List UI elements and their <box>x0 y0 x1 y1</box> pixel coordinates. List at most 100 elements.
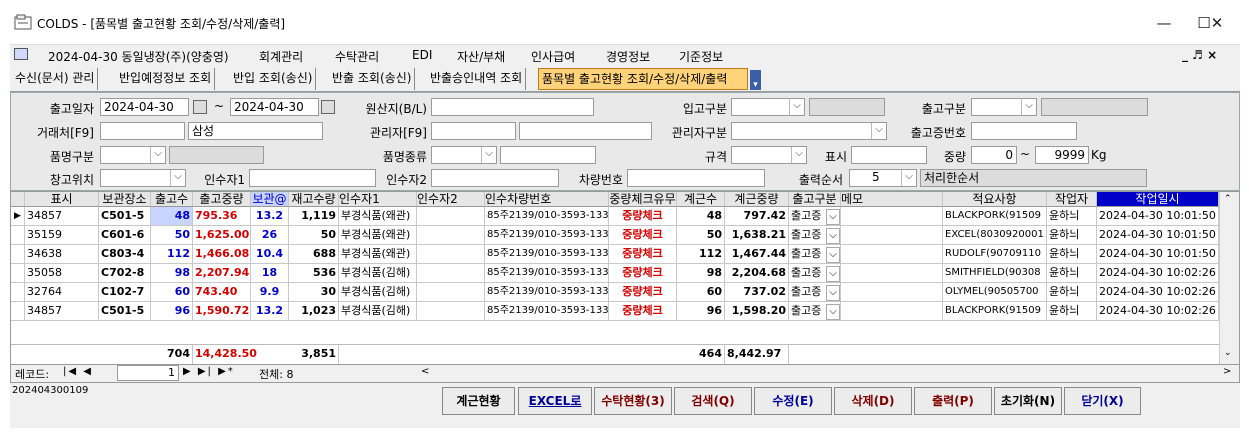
cell-worker[interactable]: 윤하늬 <box>1047 207 1097 226</box>
menu-accounting[interactable]: 회계관리 <box>259 48 303 65</box>
chevron-down-icon[interactable]: ⌵ <box>826 209 840 225</box>
cell-worker[interactable]: 윤하늬 <box>1047 245 1097 264</box>
display-input[interactable] <box>851 146 927 164</box>
chevron-down-icon[interactable]: ⌵ <box>826 304 840 320</box>
cell-worker[interactable]: 윤하늬 <box>1047 302 1097 321</box>
col-receiver1[interactable]: 인수자1 <box>339 192 417 207</box>
cell-receiver2[interactable] <box>417 245 485 264</box>
cell-location[interactable]: C601-6 <box>99 226 151 245</box>
cell-check[interactable]: 중량체크 <box>609 226 677 245</box>
cell-receiver2[interactable] <box>417 283 485 302</box>
col-memo[interactable]: 메모 <box>841 192 943 207</box>
cell-wweight[interactable]: 1,598.20 <box>725 302 789 321</box>
weight-from-input[interactable]: 0 <box>971 146 1017 164</box>
cell-time[interactable]: 2024-04-30 10:02:26 <box>1097 283 1219 302</box>
delete-button[interactable]: 삭제(D) <box>834 387 912 415</box>
col-weight[interactable]: 출고중량 <box>193 192 251 207</box>
cell-location[interactable]: C702-8 <box>99 264 151 283</box>
cell-mark[interactable]: 32764 <box>25 283 99 302</box>
tab-inbound-query[interactable]: 반입 조회(송신) <box>230 68 317 90</box>
cell-receiver1[interactable]: 부경식품(왜관) <box>339 245 417 264</box>
cell-qty[interactable]: 98 <box>151 264 193 283</box>
chevron-down-icon[interactable]: ⌵ <box>826 266 840 282</box>
cell-weight[interactable]: 1,466.08 <box>193 245 251 264</box>
cell-worker[interactable]: 윤하늬 <box>1047 226 1097 245</box>
cell-wcount[interactable]: 98 <box>677 264 725 283</box>
col-check[interactable]: 중량체크유무 <box>609 192 677 207</box>
cell-weight[interactable]: 795.36 <box>193 207 251 226</box>
cell-fee[interactable]: 26 <box>251 226 289 245</box>
ship-date-to-input[interactable]: 2024-04-30 <box>230 98 319 116</box>
cell-time[interactable]: 2024-04-30 10:01:50 <box>1097 226 1219 245</box>
cell-qty[interactable]: 96 <box>151 302 193 321</box>
calendar-icon[interactable] <box>193 100 207 114</box>
cell-check[interactable]: 중량체크 <box>609 283 677 302</box>
table-row[interactable]: 35159 C601-6 50 1,625.00 26 50 부경식품(왜관) … <box>11 226 1219 245</box>
col-qty[interactable]: 출고수 <box>151 192 193 207</box>
vertical-scrollbar[interactable]: ⌃ ⌄ <box>1219 192 1239 364</box>
cell-receiver2[interactable] <box>417 207 485 226</box>
cell-memo[interactable] <box>841 207 943 226</box>
ship-date-from-input[interactable]: 2024-04-30 <box>100 98 189 116</box>
tab-outbound-query[interactable]: 반출 조회(송신) <box>329 68 416 90</box>
cell-vehicle[interactable]: 85주2139/010-3593-133 <box>485 264 609 283</box>
row-selector[interactable] <box>11 264 25 283</box>
col-desc[interactable]: 적요사항 <box>943 192 1047 207</box>
weighing-status-button[interactable]: 계근현황 <box>442 387 515 415</box>
cell-check[interactable]: 중량체크 <box>609 302 677 321</box>
out-type-select[interactable]: ⌵ <box>971 98 1037 116</box>
cell-check[interactable]: 중량체크 <box>609 245 677 264</box>
cell-weight[interactable]: 2,207.94 <box>193 264 251 283</box>
chevron-left-icon[interactable]: < <box>421 366 429 377</box>
cell-fee[interactable]: 13.2 <box>251 302 289 321</box>
chevron-down-icon[interactable]: ⌵ <box>826 285 840 301</box>
cell-wweight[interactable]: 1,638.21 <box>725 226 789 245</box>
menu-management[interactable]: 경영정보 <box>606 48 650 65</box>
cell-wcount[interactable]: 50 <box>677 226 725 245</box>
manager-name-input[interactable] <box>519 122 652 140</box>
cell-location[interactable]: C102-7 <box>99 283 151 302</box>
tab-inbound-plan[interactable]: 반입예정정보 조회 <box>116 68 216 90</box>
item-kind-select[interactable]: ⌵ <box>431 146 497 164</box>
cell-receiver2[interactable] <box>417 226 485 245</box>
cell-vehicle[interactable]: 85주2139/010-3593-133 <box>485 302 609 321</box>
col-mark[interactable]: 표시 <box>25 192 99 207</box>
cell-memo[interactable] <box>841 283 943 302</box>
edit-button[interactable]: 수정(E) <box>754 387 832 415</box>
cell-check[interactable]: 중량체크 <box>609 207 677 226</box>
cell-stock[interactable]: 50 <box>289 226 339 245</box>
table-row[interactable]: 35058 C702-8 98 2,207.94 18 536 부경식품(김해)… <box>11 264 1219 283</box>
cell-vehicle[interactable]: 85주2139/010-3593-133 <box>485 207 609 226</box>
out-order-select[interactable]: 5 ⌵ <box>849 169 917 187</box>
col-worker[interactable]: 작업자 <box>1047 192 1097 207</box>
col-wweight[interactable]: 계근중량 <box>725 192 789 207</box>
cell-mark[interactable]: 34857 <box>25 302 99 321</box>
col-otype[interactable]: 출고구분 <box>789 192 841 207</box>
chevron-up-icon[interactable]: ⌃ <box>1224 194 1232 204</box>
close-button[interactable]: ✕ <box>1195 8 1239 38</box>
cell-fee[interactable]: 10.4 <box>251 245 289 264</box>
table-row[interactable]: 34857 C501-5 96 1,590.72 13.2 1,023 부경식품… <box>11 302 1219 321</box>
col-location[interactable]: 보관장소 <box>99 192 151 207</box>
close-form-button[interactable]: 닫기(X) <box>1064 387 1141 415</box>
cell-time[interactable]: 2024-04-30 10:02:26 <box>1097 302 1219 321</box>
cell-mark[interactable]: 35159 <box>25 226 99 245</box>
cell-location[interactable]: C501-5 <box>99 302 151 321</box>
reset-button[interactable]: 초기화(N) <box>994 387 1062 415</box>
col-fee[interactable]: 보관@ <box>251 192 289 207</box>
cell-time[interactable]: 2024-04-30 10:01:50 <box>1097 245 1219 264</box>
cell-worker[interactable]: 윤하늬 <box>1047 283 1097 302</box>
cell-qty[interactable]: 48 <box>151 207 193 226</box>
cell-fee[interactable]: 13.2 <box>251 207 289 226</box>
cell-desc[interactable]: BLACKPORK(91509 <box>943 207 1047 226</box>
client-code-input[interactable] <box>100 122 185 140</box>
cell-receiver1[interactable]: 부경식품(왜관) <box>339 207 417 226</box>
receiver1-input[interactable] <box>249 169 376 187</box>
cell-memo[interactable] <box>841 264 943 283</box>
cell-stock[interactable]: 536 <box>289 264 339 283</box>
tab-outbound-approval[interactable]: 반출승인내역 조회 <box>427 68 527 90</box>
manager-type-select[interactable]: ⌵ <box>731 122 887 140</box>
tab-item-shipment[interactable]: 품목별 출고현황 조회/수정/삭제/출력 <box>538 68 748 90</box>
menu-base-info[interactable]: 기준정보 <box>679 48 723 65</box>
item-kind-input[interactable] <box>500 146 596 164</box>
